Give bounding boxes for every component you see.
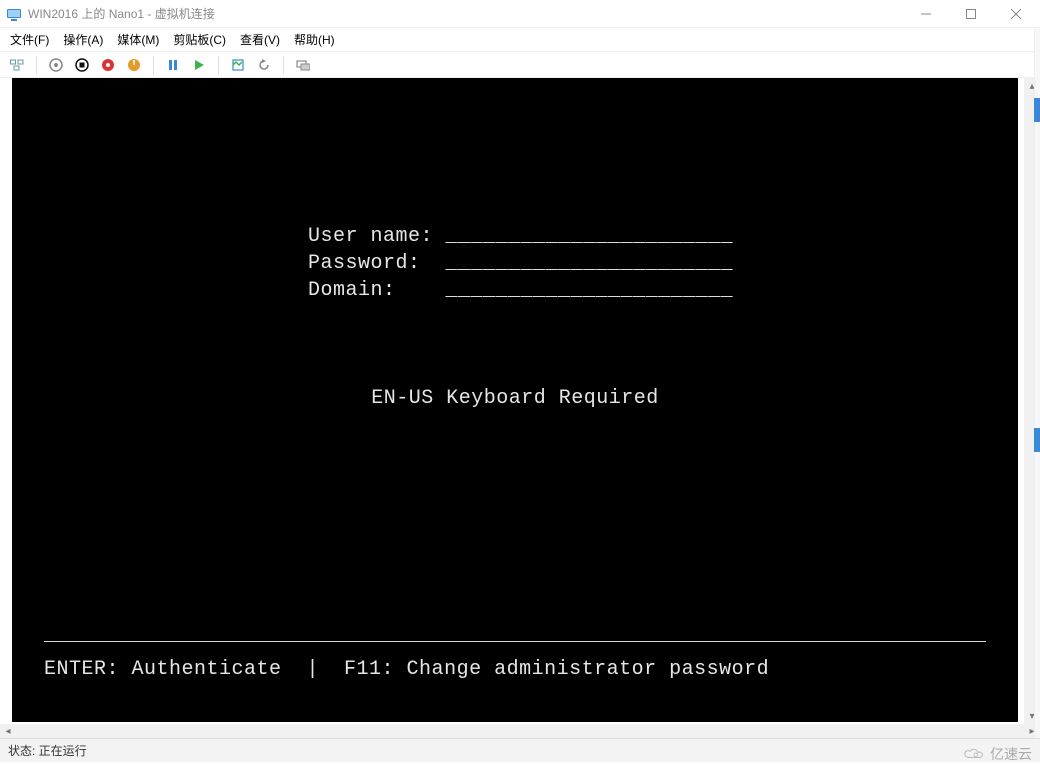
domain-label: Domain:	[308, 279, 396, 302]
vm-console[interactable]: User name: _______________________ Passw…	[12, 78, 1018, 722]
maximize-button[interactable]	[948, 0, 993, 28]
console-help-line: ENTER: Authenticate | F11: Change admini…	[44, 658, 769, 681]
toolbar-separator	[153, 56, 154, 74]
watermark-text: 亿速云	[990, 744, 1032, 764]
close-button[interactable]	[993, 0, 1038, 28]
toolbar-separator	[36, 56, 37, 74]
scroll-left-icon[interactable]: ◂	[0, 724, 16, 738]
menu-clipboard[interactable]: 剪贴板(C)	[173, 31, 226, 48]
menu-media[interactable]: 媒体(M)	[117, 31, 159, 48]
start-icon[interactable]	[188, 54, 210, 76]
domain-field[interactable]: _______________________	[446, 279, 734, 302]
menu-view[interactable]: 查看(V)	[240, 31, 280, 48]
password-field[interactable]: _______________________	[446, 252, 734, 275]
horizontal-scrollbar[interactable]: ◂ ▸	[0, 724, 1040, 738]
ctrl-alt-del-icon[interactable]	[6, 54, 28, 76]
pause-icon[interactable]	[162, 54, 184, 76]
username-label: User name:	[308, 225, 433, 248]
status-text: 状态: 正在运行	[8, 742, 87, 759]
toolbar-separator	[283, 56, 284, 74]
menu-action[interactable]: 操作(A)	[63, 31, 103, 48]
vm-display-area: User name: _______________________ Passw…	[0, 78, 1040, 738]
revert-icon[interactable]	[253, 54, 275, 76]
toolbar	[0, 52, 1040, 78]
app-icon	[6, 6, 22, 22]
keyboard-notice: EN-US Keyboard Required	[12, 387, 1018, 410]
watermark: 亿速云	[962, 744, 1032, 764]
turnoff-icon[interactable]	[45, 54, 67, 76]
menu-help[interactable]: 帮助(H)	[294, 31, 335, 48]
status-bar: 状态: 正在运行	[0, 738, 1040, 762]
window-title: WIN2016 上的 Nano1 - 虚拟机连接	[28, 5, 215, 22]
cloud-icon	[962, 747, 984, 761]
menu-file[interactable]: 文件(F)	[10, 31, 49, 48]
password-label: Password:	[308, 252, 421, 275]
background-window-edge	[1034, 28, 1040, 738]
shutdown-icon[interactable]	[97, 54, 119, 76]
toolbar-separator	[218, 56, 219, 74]
username-field[interactable]: _______________________	[446, 225, 734, 248]
window-titlebar: WIN2016 上的 Nano1 - 虚拟机连接	[0, 0, 1040, 28]
menu-bar: 文件(F) 操作(A) 媒体(M) 剪贴板(C) 查看(V) 帮助(H)	[0, 28, 1040, 52]
checkpoint-icon[interactable]	[227, 54, 249, 76]
console-separator: ________________________________________…	[44, 624, 986, 647]
save-state-icon[interactable]	[123, 54, 145, 76]
enhanced-session-icon[interactable]	[292, 54, 314, 76]
stop-icon[interactable]	[71, 54, 93, 76]
minimize-button[interactable]	[903, 0, 948, 28]
